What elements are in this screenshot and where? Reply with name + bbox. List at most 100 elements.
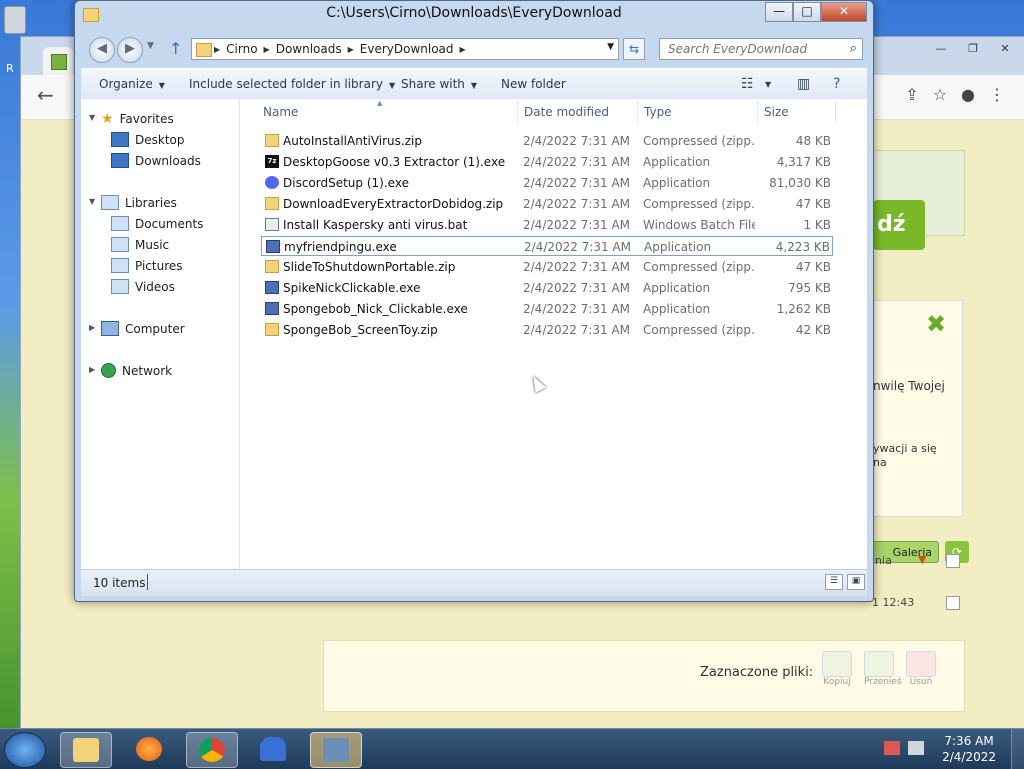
- file-row[interactable]: 7z DesktopGoose v0.3 Extractor (1).exe 2…: [261, 152, 833, 172]
- expand-arrow-icon[interactable]: ▼: [89, 113, 95, 122]
- delete-button[interactable]: Usuń: [906, 651, 936, 691]
- nav-label: Favorites: [119, 112, 174, 126]
- organize-button[interactable]: Organize ▼: [99, 77, 165, 91]
- breadcrumb-cirno[interactable]: Cirno: [226, 42, 257, 56]
- installer-icon: [323, 738, 349, 762]
- network-tray-icon[interactable]: [908, 741, 924, 755]
- back-button[interactable]: ◀: [89, 37, 115, 63]
- file-row[interactable]: SlideToShutdownPortable.zip 2/4/2022 7:3…: [261, 257, 833, 277]
- file-type: Compressed (zipp...: [643, 260, 755, 274]
- copy-button[interactable]: Kopiuj: [822, 651, 852, 691]
- promo-button[interactable]: dź: [873, 200, 925, 250]
- file-row[interactable]: Spongebob_Nick_Clickable.exe 2/4/2022 7:…: [261, 299, 833, 319]
- restore-icon[interactable]: ❐: [959, 41, 987, 57]
- refresh-button[interactable]: ⇆: [623, 38, 645, 60]
- menu-icon[interactable]: ⋮: [989, 85, 1005, 104]
- file-row[interactable]: DownloadEveryExtractorDobidog.zip 2/4/20…: [261, 194, 833, 214]
- breadcrumb-everydownload[interactable]: EveryDownload: [360, 42, 454, 56]
- minimize-button[interactable]: —: [765, 2, 793, 22]
- bookmark-star-icon[interactable]: ☆: [933, 85, 947, 104]
- profile-icon[interactable]: ●: [961, 85, 975, 104]
- file-type: Application: [644, 240, 712, 254]
- file-row[interactable]: DiscordSetup (1).exe 2/4/2022 7:31 AM Ap…: [261, 173, 833, 193]
- close-x-icon[interactable]: ✖: [926, 310, 946, 338]
- expand-arrow-icon[interactable]: ▼: [89, 197, 95, 206]
- column-header-size[interactable]: Size: [764, 105, 789, 119]
- nav-downloads[interactable]: Downloads: [111, 153, 201, 168]
- chevron-right-icon[interactable]: ▶: [264, 45, 270, 54]
- address-dropdown-icon[interactable]: ▼: [607, 42, 614, 52]
- taskbar-firefox[interactable]: [124, 732, 174, 766]
- row-checkbox[interactable]: [946, 554, 960, 568]
- file-date: 2/4/2022 7:31 AM: [523, 176, 631, 190]
- address-bar[interactable]: ▶ Cirno ▶ Downloads ▶ EveryDownload ▶ ▼: [191, 38, 619, 60]
- nav-pictures[interactable]: Pictures: [111, 258, 183, 273]
- browser-tab[interactable]: [43, 47, 73, 75]
- taskbar-chrome[interactable]: [186, 732, 238, 768]
- breadcrumb-downloads[interactable]: Downloads: [276, 42, 342, 56]
- share-icon[interactable]: ⇪: [905, 85, 918, 104]
- column-divider[interactable]: [757, 101, 758, 123]
- nav-label: Downloads: [135, 153, 201, 168]
- file-row[interactable]: Install Kaspersky anti virus.bat 2/4/202…: [261, 215, 833, 235]
- view-dropdown-icon[interactable]: ▼: [765, 80, 771, 89]
- dropdown-arrow-icon[interactable]: ▼: [918, 553, 926, 566]
- change-view-icon[interactable]: ☷: [741, 76, 754, 92]
- chevron-right-icon[interactable]: ▶: [460, 45, 466, 54]
- taskbar-installer[interactable]: [310, 732, 362, 768]
- taskbar-explorer[interactable]: [60, 732, 112, 768]
- file-row[interactable]: SpongeBob_ScreenToy.zip 2/4/2022 7:31 AM…: [261, 320, 833, 340]
- nav-libraries[interactable]: Libraries: [101, 195, 177, 210]
- file-name: SlideToShutdownPortable.zip: [283, 260, 456, 274]
- move-button[interactable]: Przenieś: [864, 651, 902, 691]
- chevron-right-icon[interactable]: ▶: [214, 45, 220, 54]
- chevron-right-icon[interactable]: ▶: [348, 45, 354, 54]
- start-button[interactable]: [4, 732, 46, 768]
- close-button[interactable]: ✕: [821, 2, 867, 22]
- column-divider[interactable]: [517, 101, 518, 123]
- nav-desktop[interactable]: Desktop: [111, 132, 185, 147]
- column-header-date[interactable]: Date modified: [524, 105, 609, 119]
- up-arrow-icon[interactable]: ↑: [169, 39, 182, 58]
- maximize-button[interactable]: □: [793, 2, 821, 22]
- show-desktop-button[interactable]: [1011, 729, 1024, 769]
- item-count: 10 items: [93, 576, 146, 590]
- search-icon[interactable]: ⌕: [850, 41, 857, 56]
- share-with-label: Share with: [401, 77, 465, 91]
- action-center-flag-icon[interactable]: [884, 741, 900, 755]
- back-arrow-icon[interactable]: ←: [37, 83, 54, 107]
- nav-computer[interactable]: Computer: [101, 321, 185, 336]
- recent-pages-dropdown-icon[interactable]: ▼: [147, 41, 154, 51]
- column-header-name[interactable]: Name: [263, 105, 298, 119]
- help-icon[interactable]: ?: [833, 76, 840, 92]
- minimize-icon[interactable]: —: [927, 41, 955, 57]
- nav-music[interactable]: Music: [111, 237, 169, 252]
- large-icons-view-icon[interactable]: ▣: [847, 574, 865, 590]
- row-checkbox[interactable]: [946, 596, 960, 610]
- column-header-type[interactable]: Type: [644, 105, 672, 119]
- expand-arrow-icon[interactable]: ▶: [89, 365, 95, 374]
- close-icon[interactable]: ✕: [991, 41, 1019, 57]
- column-divider[interactable]: [637, 101, 638, 123]
- column-divider[interactable]: [835, 101, 836, 123]
- recycle-bin-icon[interactable]: [4, 6, 26, 34]
- nav-documents[interactable]: Documents: [111, 216, 203, 231]
- file-row[interactable]: AutoInstallAntiVirus.zip 2/4/2022 7:31 A…: [261, 131, 833, 151]
- nav-videos[interactable]: Videos: [111, 279, 175, 294]
- taskbar-app[interactable]: [248, 732, 298, 766]
- nav-network[interactable]: Network: [101, 363, 172, 378]
- new-folder-button[interactable]: New folder: [501, 77, 566, 91]
- preview-pane-icon[interactable]: ▥: [797, 76, 810, 92]
- details-view-icon[interactable]: ☰: [825, 574, 843, 590]
- file-row[interactable]: SpikeNickClickable.exe 2/4/2022 7:31 AM …: [261, 278, 833, 298]
- forward-button[interactable]: ▶: [117, 37, 143, 63]
- include-in-library-button[interactable]: Include selected folder in library ▼: [189, 77, 395, 91]
- clock[interactable]: 7:36 AM 2/4/2022: [942, 733, 996, 765]
- search-input[interactable]: [666, 41, 840, 57]
- file-row-selected[interactable]: myfriendpingu.exe 2/4/2022 7:31 AM Appli…: [261, 236, 833, 256]
- nav-favorites[interactable]: ★ Favorites: [101, 111, 174, 127]
- share-with-button[interactable]: Share with ▼: [401, 77, 477, 91]
- expand-arrow-icon[interactable]: ▶: [89, 323, 95, 332]
- tab-favicon-icon: [51, 54, 67, 70]
- pictures-icon: [111, 258, 129, 273]
